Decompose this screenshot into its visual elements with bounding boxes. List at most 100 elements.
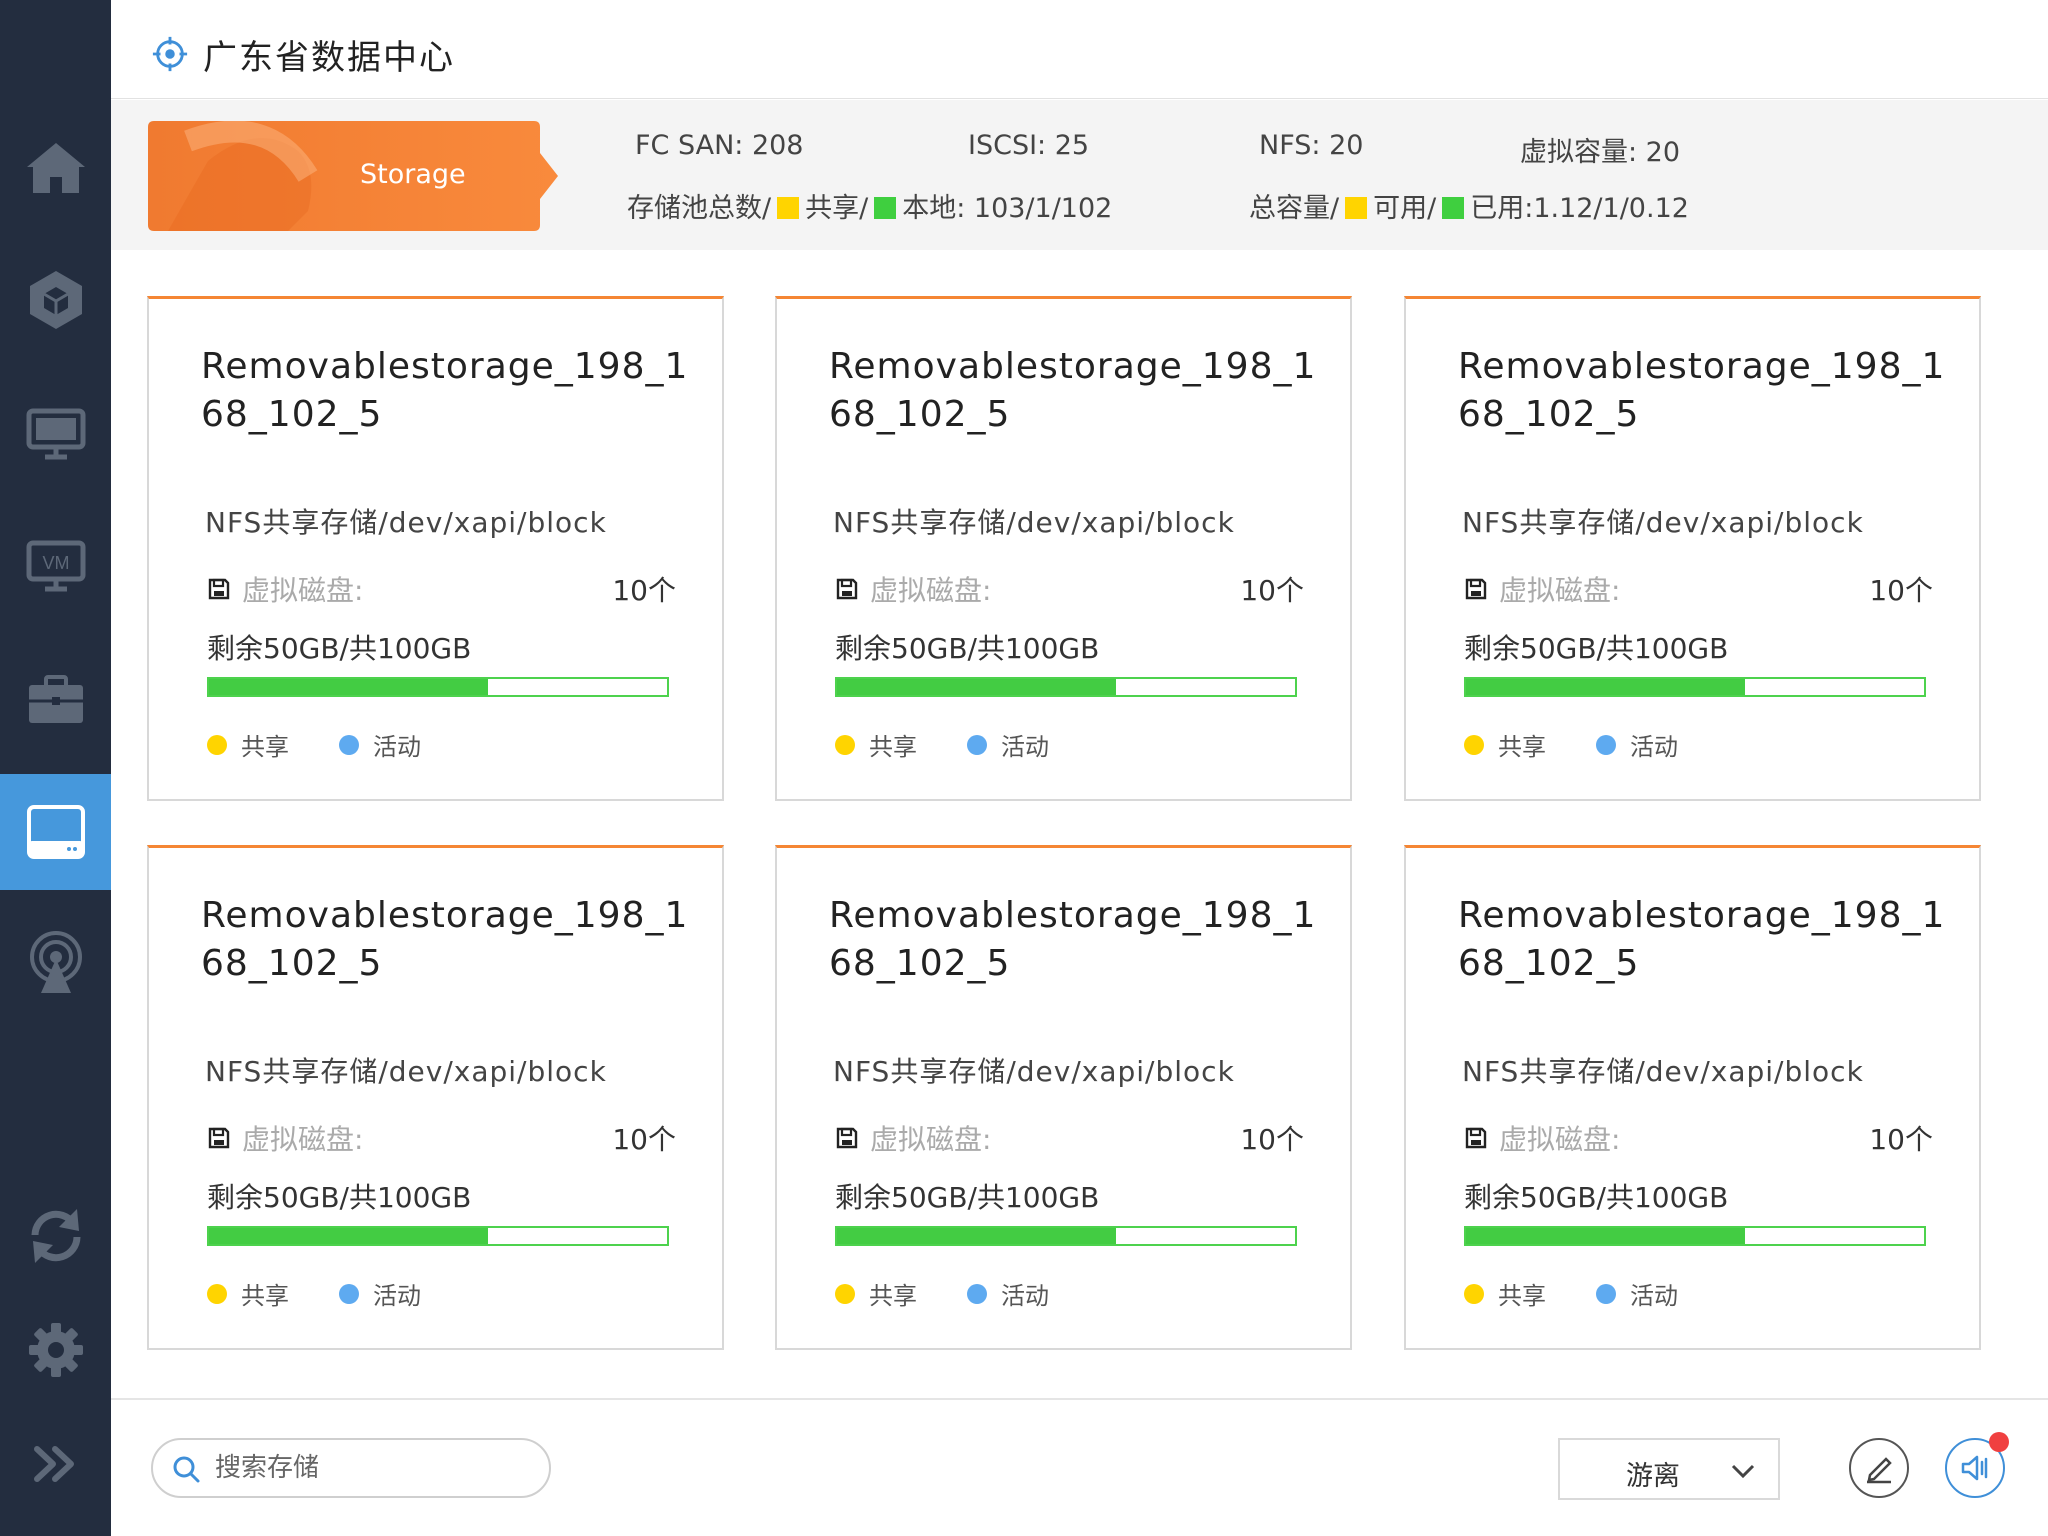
used-swatch bbox=[1442, 197, 1465, 219]
legend-shared-label: 共享 bbox=[869, 1282, 917, 1310]
sidebar-item-refresh[interactable] bbox=[0, 1178, 111, 1294]
total-prefix: 总容量/ bbox=[1249, 193, 1340, 224]
vm-icon: VM bbox=[26, 540, 85, 592]
storage-card[interactable]: Removablestorage_198_168_102_5 NFS共享存储/d… bbox=[1404, 845, 1981, 1350]
virtual-disk-count: 10个 bbox=[1869, 574, 1933, 607]
pool-shared-label: 共享/ bbox=[805, 193, 869, 224]
page-title: 广东省数据中心 bbox=[203, 38, 455, 78]
sidebar-item-vm[interactable]: VM bbox=[0, 508, 111, 624]
storage-name: Removablestorage_198_168_102_5 bbox=[201, 895, 689, 984]
active-dot bbox=[339, 1283, 359, 1304]
legend-shared-label: 共享 bbox=[1498, 1282, 1546, 1310]
shared-dot bbox=[835, 734, 855, 755]
briefcase-icon bbox=[28, 675, 83, 723]
virtual-disk-label: 虚拟磁盘: bbox=[242, 1123, 364, 1156]
disk-icon bbox=[836, 578, 858, 600]
storage-card[interactable]: Removablestorage_198_168_102_5 NFS共享存储/d… bbox=[1404, 296, 1981, 801]
total-used-label: 已用:1.12/1/0.12 bbox=[1470, 193, 1689, 224]
svg-text:VM: VM bbox=[42, 553, 69, 573]
total-capacity-stat: 总容量/可用/已用:1.12/1/0.12 bbox=[1249, 186, 1689, 225]
legend-active-label: 活动 bbox=[1630, 1282, 1678, 1310]
active-dot bbox=[967, 734, 987, 755]
storage-path: NFS共享存储/dev/xapi/block bbox=[833, 1055, 1235, 1088]
storage-path: NFS共享存储/dev/xapi/block bbox=[1462, 506, 1864, 539]
sidebar-item-home[interactable] bbox=[0, 110, 111, 226]
virtual-disk-label: 虚拟磁盘: bbox=[242, 574, 364, 607]
monitor-icon bbox=[26, 408, 85, 460]
virtual-disk-count: 10个 bbox=[1240, 574, 1304, 607]
sidebar-item-settings[interactable] bbox=[0, 1292, 111, 1408]
capacity-text: 剩余50GB/共100GB bbox=[1464, 632, 1729, 665]
shared-dot bbox=[835, 1283, 855, 1304]
capacity-text: 剩余50GB/共100GB bbox=[835, 632, 1100, 665]
storage-path: NFS共享存储/dev/xapi/block bbox=[205, 506, 607, 539]
capacity-bar-fill bbox=[1466, 1228, 1746, 1244]
header: 广东省数据中心 bbox=[111, 0, 2048, 99]
local-swatch bbox=[874, 197, 897, 219]
virtual-disk-label: 虚拟磁盘: bbox=[1499, 574, 1621, 607]
legend-active: 活动 bbox=[967, 1276, 1049, 1311]
disk-icon bbox=[1465, 1127, 1487, 1149]
fc-san-stat: FC SAN: 208 bbox=[635, 130, 804, 161]
storage-name: Removablestorage_198_168_102_5 bbox=[829, 895, 1317, 984]
home-icon bbox=[26, 143, 85, 193]
pool-prefix: 存储池总数/ bbox=[627, 193, 772, 224]
capacity-bar-fill bbox=[837, 1228, 1117, 1244]
sidebar: VM bbox=[0, 0, 111, 1536]
sidebar-item-monitor[interactable] bbox=[0, 376, 111, 492]
capacity-bar-fill bbox=[837, 679, 1117, 695]
disk-icon bbox=[208, 578, 230, 600]
legend-shared: 共享 bbox=[835, 1276, 917, 1311]
legend-active-label: 活动 bbox=[1001, 1282, 1049, 1310]
active-dot bbox=[967, 1283, 987, 1304]
virtual-disk-count: 10个 bbox=[612, 1123, 676, 1156]
legend-active-label: 活动 bbox=[373, 1282, 421, 1310]
storage-path: NFS共享存储/dev/xapi/block bbox=[1462, 1055, 1864, 1088]
disk-icon bbox=[208, 1127, 230, 1149]
storage-path: NFS共享存储/dev/xapi/block bbox=[205, 1055, 607, 1088]
storage-card[interactable]: Removablestorage_198_168_102_5 NFS共享存储/d… bbox=[775, 296, 1352, 801]
sidebar-item-storage[interactable] bbox=[0, 774, 111, 890]
status-filter-select[interactable]: 游离 bbox=[1558, 1438, 1780, 1500]
legend-active: 活动 bbox=[1596, 1276, 1678, 1311]
search-input[interactable] bbox=[215, 1450, 535, 1486]
legend-shared: 共享 bbox=[207, 727, 289, 762]
disk-icon bbox=[1465, 578, 1487, 600]
shared-dot bbox=[207, 1283, 227, 1304]
storage-card[interactable]: Removablestorage_198_168_102_5 NFS共享存储/d… bbox=[147, 845, 724, 1350]
storage-name: Removablestorage_198_168_102_5 bbox=[1458, 346, 1946, 435]
capacity-text: 剩余50GB/共100GB bbox=[207, 1181, 472, 1214]
storage-badge-shape bbox=[148, 120, 558, 231]
storage-badge: Storage bbox=[148, 120, 558, 231]
gear-icon bbox=[28, 1323, 83, 1377]
sidebar-item-expand[interactable] bbox=[0, 1406, 111, 1522]
capacity-bar-fill bbox=[209, 1228, 489, 1244]
virtual-disk-count: 10个 bbox=[1869, 1123, 1933, 1156]
double-chevron-right-icon bbox=[33, 1446, 74, 1482]
edit-button[interactable] bbox=[1849, 1438, 1909, 1498]
broadcast-icon bbox=[29, 931, 82, 993]
nfs-stat: NFS: 20 bbox=[1259, 130, 1364, 161]
target-icon bbox=[152, 36, 188, 72]
status-filter-value: 游离 bbox=[1626, 1461, 1680, 1492]
chevron-down-icon bbox=[1731, 1464, 1755, 1479]
available-swatch bbox=[1345, 197, 1368, 219]
pool-count-stat: 存储池总数/共享/本地: 103/1/102 bbox=[627, 186, 1112, 225]
sound-button[interactable] bbox=[1945, 1432, 2009, 1498]
storage-name: Removablestorage_198_168_102_5 bbox=[201, 346, 689, 435]
legend-active: 活动 bbox=[967, 727, 1049, 762]
pool-local-label: 本地: 103/1/102 bbox=[902, 193, 1113, 224]
storage-card[interactable]: Removablestorage_198_168_102_5 NFS共享存储/d… bbox=[775, 845, 1352, 1350]
sidebar-item-briefcase[interactable] bbox=[0, 642, 111, 758]
storage-card[interactable]: Removablestorage_198_168_102_5 NFS共享存储/d… bbox=[147, 296, 724, 801]
search-box[interactable] bbox=[151, 1438, 551, 1498]
summary-bar: Storage FC SAN: 208 ISCSI: 25 NFS: 20 虚拟… bbox=[111, 100, 2048, 250]
sidebar-item-broadcast[interactable] bbox=[0, 906, 111, 1022]
sidebar-item-cube[interactable] bbox=[0, 242, 111, 358]
virtual-disk-count: 10个 bbox=[1240, 1123, 1304, 1156]
capacity-bar bbox=[835, 677, 1297, 697]
capacity-bar bbox=[207, 677, 669, 697]
edit-icon bbox=[1867, 1457, 1892, 1484]
virtual-disk-label: 虚拟磁盘: bbox=[1499, 1123, 1621, 1156]
footer-toolbar: 游离 bbox=[111, 1398, 2048, 1536]
